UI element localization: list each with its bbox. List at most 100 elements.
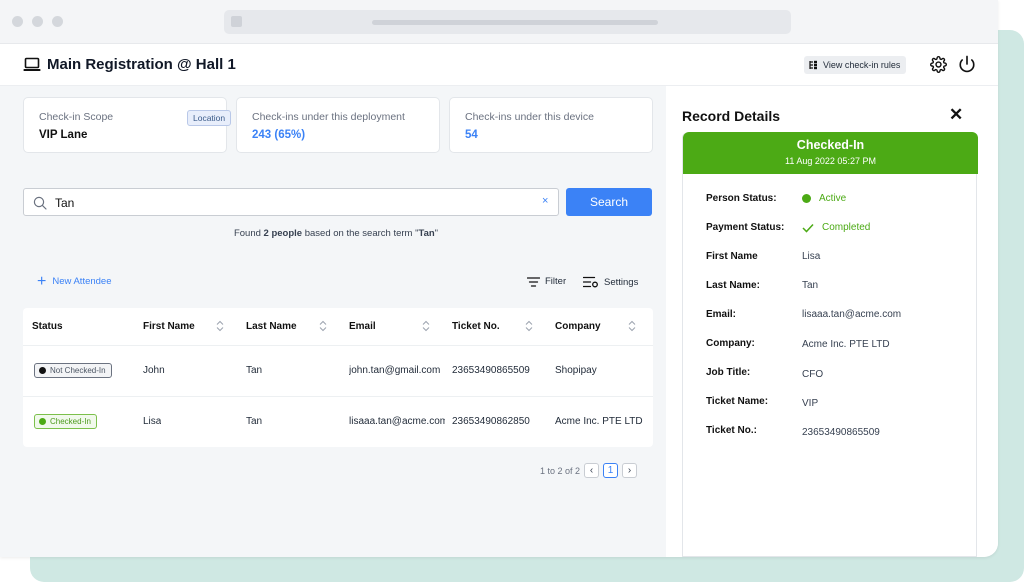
pagination: 1 to 2 of 2 ‹ 1 › xyxy=(540,463,638,478)
view-rules-label: View check-in rules xyxy=(823,60,901,70)
checkin-status-time: 11 Aug 2022 05:27 PM xyxy=(785,156,876,166)
device-label: Check-ins under this device xyxy=(465,111,594,123)
attendee-table: Status First Name Last Name Email Ticket… xyxy=(23,308,653,447)
panel-title: Record Details xyxy=(682,108,781,124)
cell-company: Acme Inc. PTE LTD xyxy=(555,416,643,427)
checkin-status-banner: Checked-In 11 Aug 2022 05:27 PM xyxy=(683,132,978,174)
status-dot-icon xyxy=(39,418,46,425)
device-value: 54 xyxy=(465,129,478,141)
sort-icon[interactable] xyxy=(216,320,224,332)
window-control-dot[interactable] xyxy=(12,16,23,27)
laptop-icon xyxy=(23,57,41,71)
rules-icon xyxy=(809,60,817,70)
device-card: Check-ins under this device 54 xyxy=(449,97,653,153)
table-row[interactable]: Checked-In Lisa Tan lisaaa.tan@acme.com … xyxy=(23,396,653,446)
cell-first-name: Lisa xyxy=(143,416,162,427)
search-icon xyxy=(33,196,47,210)
clear-icon[interactable]: × xyxy=(542,195,548,207)
filter-label: Filter xyxy=(545,276,567,287)
deployment-value: 243 (65%) xyxy=(252,129,306,141)
app-window: Main Registration @ Hall 1 View check-in… xyxy=(0,0,998,557)
field-value: CFO xyxy=(802,369,824,380)
field-value: Tan xyxy=(802,280,819,291)
page-button[interactable]: 1 xyxy=(603,463,619,478)
view-rules-button[interactable]: View check-in rules xyxy=(804,56,907,74)
result-suffix: " xyxy=(434,228,439,239)
table-row[interactable]: Not Checked-In John Tan john.tan@gmail.c… xyxy=(23,345,653,395)
status-dot-icon xyxy=(802,194,811,203)
cell-email: john.tan@gmail.com xyxy=(349,365,441,376)
field-label: Last Name: xyxy=(706,280,760,291)
new-attendee-button[interactable]: + New Attendee xyxy=(37,272,112,290)
settings-button[interactable]: Settings xyxy=(583,276,638,288)
person-status-value: Active xyxy=(802,193,846,204)
plus-icon: + xyxy=(37,272,47,290)
scope-label: Check-in Scope xyxy=(39,111,114,123)
field-label: Ticket No.: xyxy=(706,425,757,436)
payment-status-text: Completed xyxy=(822,222,871,233)
field-value: lisaaa.tan@acme.com xyxy=(802,309,902,320)
search-input[interactable] xyxy=(55,194,535,211)
filter-icon xyxy=(527,276,540,287)
result-middle: based on the search term " xyxy=(302,228,419,239)
window-control-dot[interactable] xyxy=(52,16,63,27)
power-icon[interactable] xyxy=(958,55,976,73)
sort-icon[interactable] xyxy=(422,320,430,332)
cell-last-name: Tan xyxy=(246,365,263,376)
field-label: Company: xyxy=(706,338,755,349)
cell-ticket-no: 23653490865509 xyxy=(452,365,530,376)
field-value: 23653490865509 xyxy=(802,427,880,438)
close-icon[interactable]: ✕ xyxy=(949,106,963,123)
record-details-panel: Record Details ✕ Checked-In 11 Aug 2022 … xyxy=(666,86,998,557)
column-header-first-name[interactable]: First Name xyxy=(143,321,195,332)
field-value: VIP xyxy=(802,398,819,409)
status-label: Checked-In xyxy=(50,417,91,426)
cell-last-name: Tan xyxy=(246,416,263,427)
chevron-right-icon[interactable]: › xyxy=(622,463,638,478)
pagination-summary: 1 to 2 of 2 xyxy=(540,465,581,476)
new-attendee-label: New Attendee xyxy=(52,276,112,287)
result-count: 2 people xyxy=(263,228,303,239)
column-header-company[interactable]: Company xyxy=(555,321,601,332)
field-label: Job Title: xyxy=(706,367,751,378)
payment-status-value: Completed xyxy=(802,222,870,233)
search-field[interactable]: × xyxy=(23,188,559,216)
status-badge: Not Checked-In xyxy=(34,363,112,378)
column-header-status[interactable]: Status xyxy=(32,321,63,332)
cell-first-name: John xyxy=(143,365,165,376)
column-header-email[interactable]: Email xyxy=(349,321,376,332)
deployment-label: Check-ins under this deployment xyxy=(252,111,405,123)
check-icon xyxy=(802,223,814,233)
sort-icon[interactable] xyxy=(525,320,533,332)
settings-label: Settings xyxy=(604,276,639,288)
search-button[interactable]: Search xyxy=(566,188,652,216)
site-icon xyxy=(231,16,242,27)
cell-ticket-no: 23653490862850 xyxy=(452,416,530,427)
filter-button[interactable]: Filter xyxy=(527,276,566,287)
chevron-left-icon[interactable]: ‹ xyxy=(584,463,600,478)
sort-icon[interactable] xyxy=(628,320,636,332)
status-badge: Checked-In xyxy=(34,414,97,429)
address-bar[interactable] xyxy=(224,10,791,34)
window-control-dot[interactable] xyxy=(32,16,43,27)
column-header-last-name[interactable]: Last Name xyxy=(246,321,297,332)
status-label: Not Checked-In xyxy=(50,366,106,375)
field-label: First Name xyxy=(706,251,758,262)
field-label: Person Status: xyxy=(706,193,777,204)
record-card: Checked-In 11 Aug 2022 05:27 PM Person S… xyxy=(682,132,978,557)
search-result-summary: Found 2 people based on the search term … xyxy=(0,228,672,239)
gear-icon[interactable] xyxy=(930,56,947,73)
column-header-ticket-no[interactable]: Ticket No. xyxy=(452,321,500,332)
deployment-card: Check-ins under this deployment 243 (65%… xyxy=(236,97,440,153)
checkin-status-title: Checked-In xyxy=(796,138,865,152)
page-title: Main Registration @ Hall 1 xyxy=(47,56,236,73)
field-label: Email: xyxy=(706,309,737,320)
field-label: Payment Status: xyxy=(706,222,785,233)
status-dot-icon xyxy=(39,367,46,374)
cell-company: Shopipay xyxy=(555,365,597,376)
location-badge: Location xyxy=(187,110,232,126)
field-value: Lisa xyxy=(802,251,821,262)
address-placeholder xyxy=(372,20,658,25)
sort-icon[interactable] xyxy=(319,320,327,332)
cell-email: lisaaa.tan@acme.com xyxy=(349,416,445,427)
